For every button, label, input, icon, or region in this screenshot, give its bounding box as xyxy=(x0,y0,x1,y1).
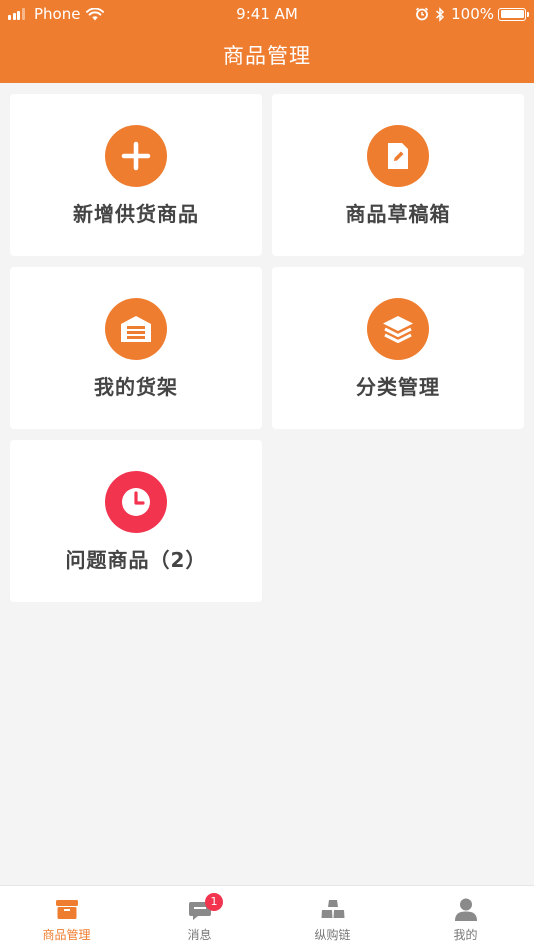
card-category-management[interactable]: 分类管理 xyxy=(272,267,524,429)
box-icon xyxy=(55,900,78,919)
tab-label: 消息 xyxy=(187,928,212,942)
alarm-icon xyxy=(416,7,429,21)
tab-product-management[interactable]: 商品管理 xyxy=(0,886,133,950)
draft-edit-icon xyxy=(367,125,429,187)
card-label: 商品草稿箱 xyxy=(345,202,451,226)
status-bar: Phone 9:41 AM 100% xyxy=(0,0,534,28)
unread-badge: 1 xyxy=(205,893,223,911)
tab-label: 我的 xyxy=(453,928,478,942)
tab-label: 商品管理 xyxy=(42,928,91,942)
card-my-shelf[interactable]: 我的货架 xyxy=(10,267,262,429)
bluetooth-icon xyxy=(436,6,445,22)
tab-messages[interactable]: 1 消息 xyxy=(133,886,266,950)
tab-label: 纵购链 xyxy=(314,928,351,942)
battery-percent: 100% xyxy=(451,5,494,23)
card-add-supply-product[interactable]: 新增供货商品 xyxy=(10,94,262,256)
card-label: 分类管理 xyxy=(356,375,440,399)
plus-icon xyxy=(105,125,167,187)
user-icon xyxy=(454,898,477,921)
bottom-tab-bar: 商品管理 1 消息 纵购链 我的 xyxy=(0,885,534,950)
card-label: 我的货架 xyxy=(94,375,178,399)
shelf-warehouse-icon xyxy=(105,298,167,360)
card-label: 新增供货商品 xyxy=(73,202,199,226)
tab-supply-chain[interactable]: 纵购链 xyxy=(266,886,399,950)
stack-bars-icon xyxy=(321,900,344,918)
tab-me[interactable]: 我的 xyxy=(399,886,532,950)
clock-icon xyxy=(105,471,167,533)
page-title: 商品管理 xyxy=(223,44,311,68)
battery-icon xyxy=(498,7,529,21)
card-label: 问题商品（2） xyxy=(65,548,207,572)
card-problem-products[interactable]: 问题商品（2） xyxy=(10,440,262,602)
card-product-drafts[interactable]: 商品草稿箱 xyxy=(272,94,524,256)
status-right: 100% xyxy=(415,5,529,23)
layers-icon xyxy=(367,298,429,360)
screen: Phone 9:41 AM 100% 商品管理 新增供货商品 商品草稿箱 我的货… xyxy=(0,0,534,950)
top-bar: Phone 9:41 AM 100% 商品管理 xyxy=(0,0,534,83)
